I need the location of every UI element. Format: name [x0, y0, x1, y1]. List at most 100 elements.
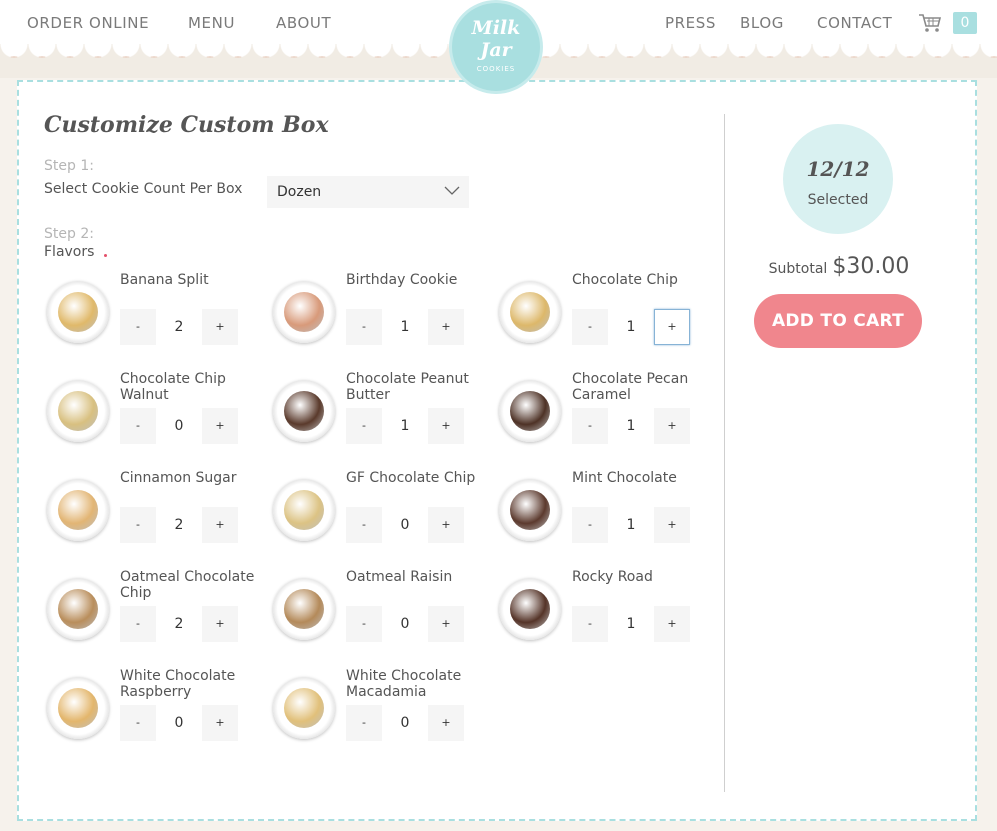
flavor-item: Chocolate Chip Walnut -0 +: [46, 371, 272, 470]
flavor-name: Chocolate Peanut Butter: [346, 371, 469, 403]
flavor-name: White Chocolate Macadamia: [346, 668, 462, 700]
nav-contact[interactable]: CONTACT: [817, 14, 892, 32]
decrement-button[interactable]: -: [120, 705, 156, 741]
quantity-stepper: -2 +: [120, 507, 238, 543]
subtotal-label: Subtotal: [768, 261, 828, 277]
cookie-image: [47, 578, 109, 640]
decrement-button[interactable]: -: [572, 309, 608, 345]
increment-button[interactable]: +: [202, 507, 238, 543]
decrement-button[interactable]: -: [572, 507, 608, 543]
quantity-input[interactable]: 1: [382, 408, 428, 444]
cart-icon[interactable]: [918, 13, 942, 33]
box-size-select[interactable]: Dozen: [267, 176, 469, 208]
cookie-image: [499, 479, 561, 541]
quantity-input[interactable]: 2: [156, 507, 202, 543]
cookie-image: [273, 578, 335, 640]
step1-label: Step 1:: [44, 158, 94, 174]
quantity-input[interactable]: 0: [156, 705, 202, 741]
cookie-image: [47, 281, 109, 343]
flavor-item: Mint Chocolate -1 +: [498, 470, 724, 569]
increment-button[interactable]: +: [654, 606, 690, 642]
logo-text-cookies: COOKIES: [476, 65, 516, 73]
cookie-photo: [510, 589, 550, 629]
flavor-name: Birthday Cookie: [346, 272, 458, 288]
decrement-button[interactable]: -: [346, 507, 382, 543]
nav-order-online[interactable]: ORDER ONLINE: [27, 14, 149, 32]
decrement-button[interactable]: -: [346, 705, 382, 741]
increment-button[interactable]: +: [654, 507, 690, 543]
add-to-cart-button[interactable]: ADD TO CART: [754, 294, 922, 348]
flavor-item: Banana Split -2 +: [46, 272, 272, 371]
flavor-name: Chocolate Pecan Caramel: [572, 371, 689, 403]
nav-about[interactable]: ABOUT: [276, 14, 331, 32]
cookie-image: [273, 380, 335, 442]
quantity-stepper: -1 +: [346, 408, 464, 444]
increment-button[interactable]: +: [202, 408, 238, 444]
nav-press[interactable]: PRESS: [665, 14, 716, 32]
flavor-name: Chocolate Chip: [572, 272, 678, 288]
customize-panel: Customize Custom Box Step 1: Select Cook…: [17, 80, 977, 821]
cookie-image: [499, 281, 561, 343]
increment-button[interactable]: +: [654, 408, 690, 444]
step2-text: Flavors: [44, 244, 95, 260]
chevron-down-icon: [444, 186, 460, 195]
decrement-button[interactable]: -: [346, 606, 382, 642]
increment-button[interactable]: +: [202, 705, 238, 741]
cookie-photo: [510, 490, 550, 530]
decrement-button[interactable]: -: [572, 408, 608, 444]
quantity-input[interactable]: 0: [382, 507, 428, 543]
quantity-input[interactable]: 1: [608, 309, 654, 345]
decrement-button[interactable]: -: [120, 507, 156, 543]
flavor-item: White Chocolate Raspberry -0 +: [46, 668, 272, 767]
subtotal-value: $30.00: [832, 254, 910, 279]
column-divider: [724, 114, 725, 792]
cookie-photo: [510, 292, 550, 332]
quantity-input[interactable]: 1: [608, 606, 654, 642]
decrement-button[interactable]: -: [120, 309, 156, 345]
quantity-input[interactable]: 1: [382, 309, 428, 345]
step1-text: Select Cookie Count Per Box: [44, 181, 243, 197]
cookie-photo: [58, 490, 98, 530]
flavor-item: Oatmeal Chocolate Chip -2 +: [46, 569, 272, 668]
cookie-image: [273, 479, 335, 541]
nav-blog[interactable]: BLOG: [740, 14, 784, 32]
quantity-input[interactable]: 1: [608, 507, 654, 543]
cookie-image: [273, 281, 335, 343]
flavor-name: Chocolate Chip Walnut: [120, 371, 226, 403]
cookie-photo: [284, 688, 324, 728]
quantity-stepper: -1 +: [572, 606, 690, 642]
increment-button[interactable]: +: [654, 309, 690, 345]
quantity-input[interactable]: 2: [156, 606, 202, 642]
quantity-input[interactable]: 1: [608, 408, 654, 444]
cookie-photo: [58, 688, 98, 728]
cart-count-badge[interactable]: 0: [953, 12, 977, 34]
cookie-image: [499, 578, 561, 640]
nav-menu[interactable]: MENU: [188, 14, 235, 32]
decrement-button[interactable]: -: [346, 309, 382, 345]
increment-button[interactable]: +: [428, 705, 464, 741]
decrement-button[interactable]: -: [572, 606, 608, 642]
page-title: Customize Custom Box: [44, 112, 329, 138]
quantity-input[interactable]: 0: [156, 408, 202, 444]
flavor-item: Chocolate Pecan Caramel -1 +: [498, 371, 724, 470]
quantity-input[interactable]: 0: [382, 705, 428, 741]
logo-text-jar: Jar: [480, 39, 512, 61]
increment-button[interactable]: +: [428, 408, 464, 444]
brand-logo[interactable]: Milk Jar COOKIES: [452, 3, 540, 91]
flavor-name: Oatmeal Raisin: [346, 569, 453, 585]
decrement-button[interactable]: -: [120, 606, 156, 642]
quantity-input[interactable]: 0: [382, 606, 428, 642]
increment-button[interactable]: +: [202, 309, 238, 345]
cookie-photo: [58, 589, 98, 629]
increment-button[interactable]: +: [428, 606, 464, 642]
increment-button[interactable]: +: [428, 507, 464, 543]
flavor-item: GF Chocolate Chip -0 +: [272, 470, 498, 569]
decrement-button[interactable]: -: [346, 408, 382, 444]
quantity-stepper: -0 +: [346, 606, 464, 642]
increment-button[interactable]: +: [428, 309, 464, 345]
flavor-name: Cinnamon Sugar: [120, 470, 237, 486]
flavor-item: Birthday Cookie -1 +: [272, 272, 498, 371]
decrement-button[interactable]: -: [120, 408, 156, 444]
quantity-input[interactable]: 2: [156, 309, 202, 345]
increment-button[interactable]: +: [202, 606, 238, 642]
